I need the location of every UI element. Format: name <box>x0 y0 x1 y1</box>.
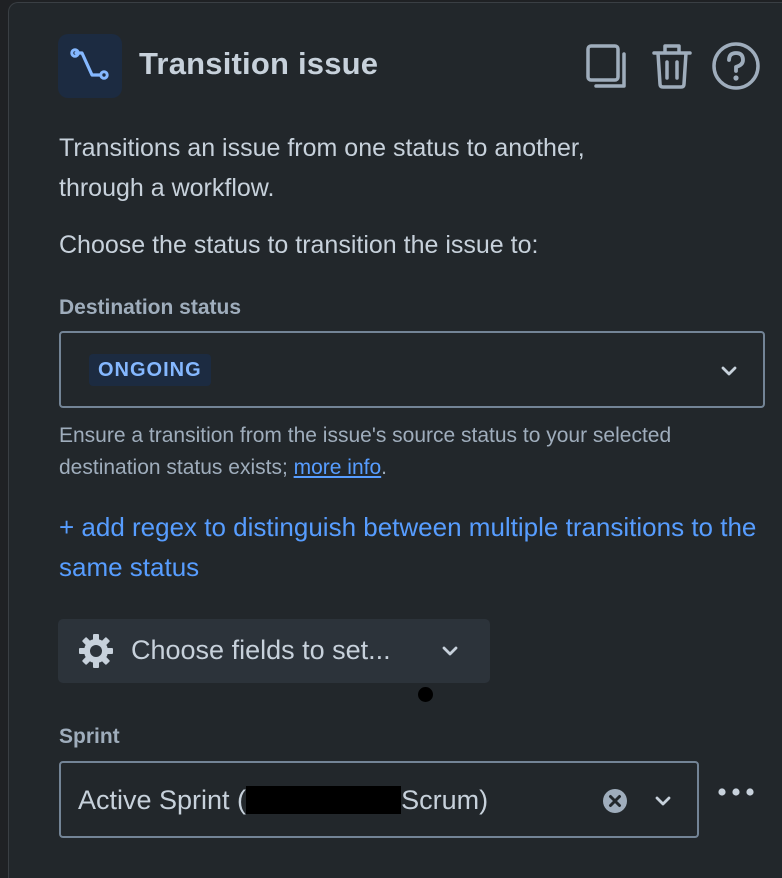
copy-icon <box>586 44 626 88</box>
sprint-value: Active Sprint ( Scrum) <box>78 785 488 816</box>
gear-icon <box>79 634 113 668</box>
choose-status-prompt: Choose the status to transition the issu… <box>59 231 539 259</box>
more-actions-button[interactable] <box>712 776 760 812</box>
trash-icon <box>652 44 692 89</box>
help-button[interactable] <box>710 40 762 92</box>
status-lozenge: ONGOING <box>89 354 211 386</box>
choose-fields-button[interactable]: Choose fields to set... <box>58 619 490 683</box>
page: Transition issue Transitions an issue fr… <box>0 0 782 878</box>
clear-icon[interactable] <box>602 788 628 814</box>
sprint-value-prefix: Active Sprint ( <box>78 785 247 815</box>
chevron-down-icon <box>442 646 458 656</box>
description-line: through a workflow. <box>59 174 275 202</box>
duplicate-button[interactable] <box>582 40 634 92</box>
redacted-block <box>246 786 402 814</box>
delete-button[interactable] <box>646 40 698 92</box>
sprint-label: Sprint <box>59 725 120 748</box>
chevron-down-icon <box>655 796 671 806</box>
more-icon <box>718 788 754 796</box>
choose-fields-label: Choose fields to set... <box>131 635 391 665</box>
destination-status-label: Destination status <box>59 296 242 319</box>
destination-helper-text: Ensure a transition from the issue's sou… <box>59 420 749 484</box>
add-regex-link[interactable]: + add regex to distinguish between multi… <box>59 507 779 587</box>
sprint-select[interactable]: Active Sprint ( Scrum) <box>59 761 699 838</box>
more-info-link[interactable]: more info <box>294 456 382 479</box>
destination-status-select[interactable]: ONGOING <box>59 331 765 408</box>
helper-suffix: . <box>381 456 388 479</box>
sprint-value-suffix: Scrum) <box>401 785 489 815</box>
description: Transitions an issue from one status to … <box>59 128 739 208</box>
transition-icon <box>58 34 122 98</box>
help-icon <box>712 42 760 90</box>
description-line: Transitions an issue from one status to … <box>59 134 585 162</box>
page-title: Transition issue <box>139 46 379 81</box>
cursor-dot <box>418 687 433 702</box>
chevron-down-icon <box>721 366 737 376</box>
